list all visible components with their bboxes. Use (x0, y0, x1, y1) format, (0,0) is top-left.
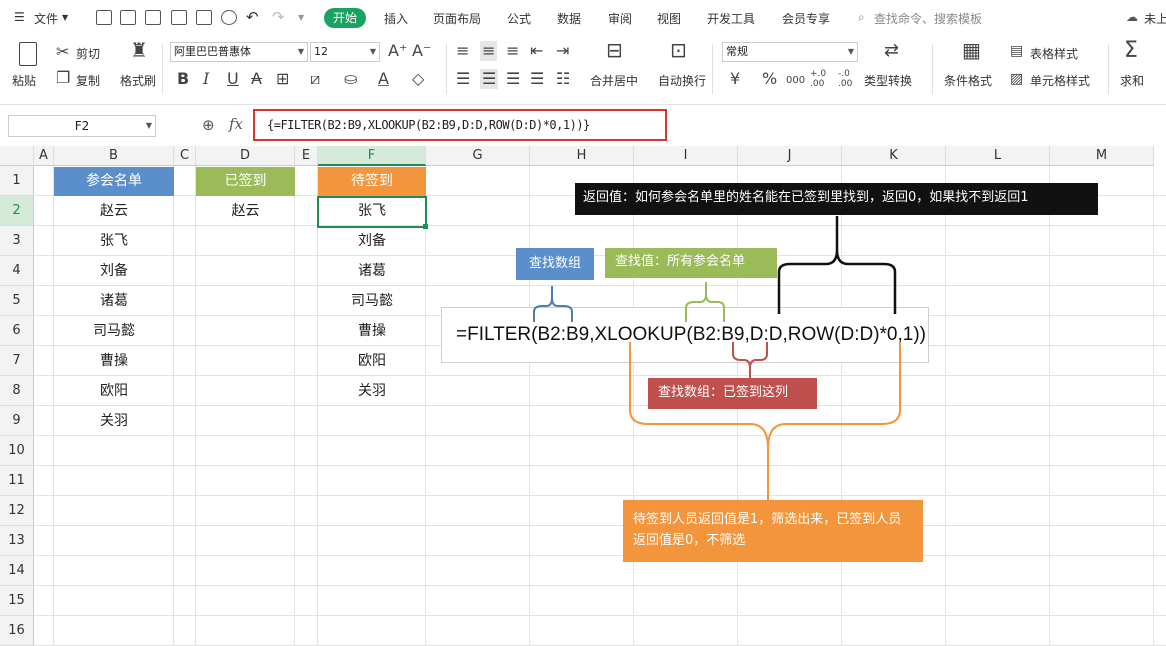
lookup-value-brace (685, 282, 725, 322)
result-brace (629, 342, 901, 500)
lookup-array2-brace (732, 342, 768, 378)
lookup-array-brace (533, 286, 573, 322)
return-value-brace (777, 216, 897, 314)
annotation-braces (533, 216, 901, 500)
